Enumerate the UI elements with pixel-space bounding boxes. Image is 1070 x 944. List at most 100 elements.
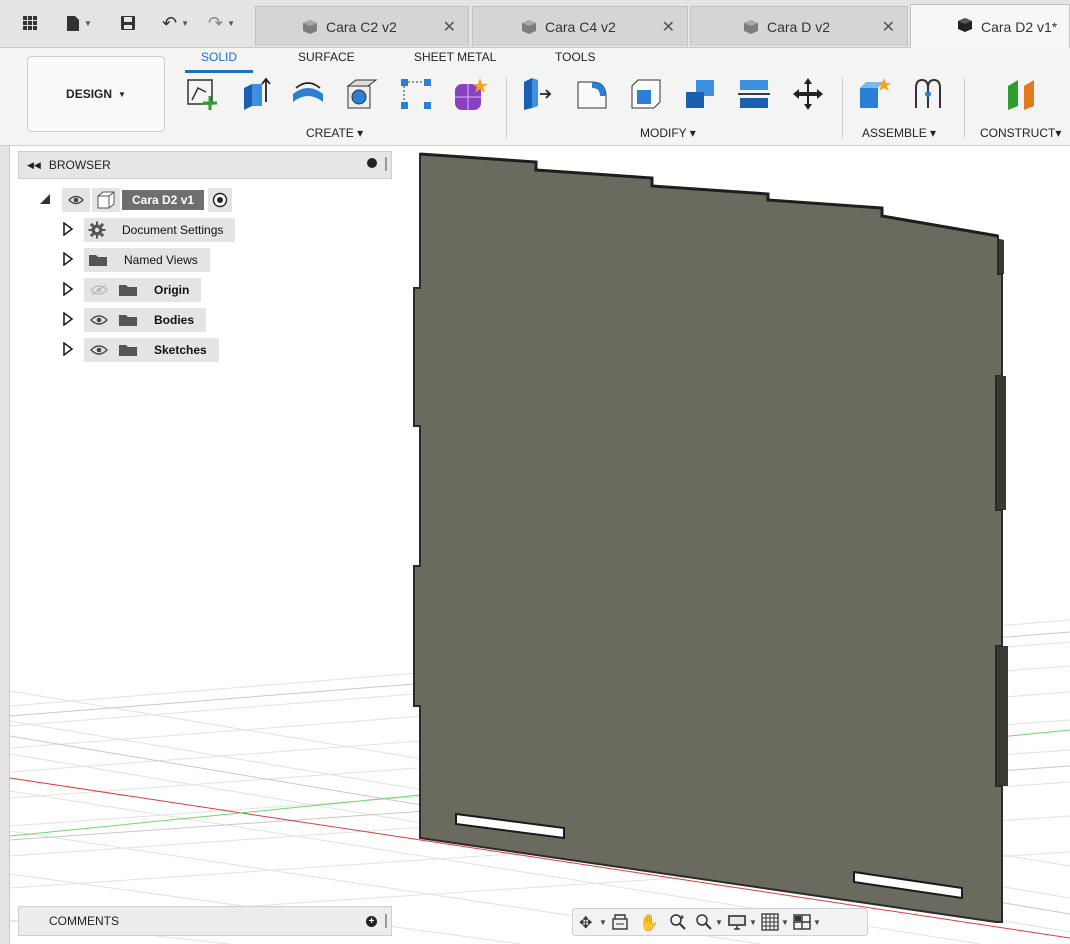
navigation-toolbar: ✥ ▼ ✋ ▼ ▼ ▼ ▼ (572, 908, 868, 936)
expand-triangle-icon[interactable] (62, 310, 74, 329)
file-menu-icon[interactable]: ▼ (66, 12, 92, 34)
look-at-icon[interactable] (611, 913, 629, 936)
browser-item-named-views[interactable]: Named Views (62, 247, 210, 273)
tree-item-label[interactable]: Document Settings (110, 218, 236, 242)
tree-item-label[interactable]: Sketches (142, 338, 219, 362)
tab-label: Cara D v2 (767, 18, 831, 35)
expand-triangle-icon[interactable] (62, 280, 74, 299)
chevron-down-icon[interactable]: ▼ (715, 918, 723, 927)
root-component-label[interactable]: Cara D2 v1 (122, 190, 205, 210)
pan-hand-icon[interactable]: ✋ (639, 913, 659, 933)
browser-item-bodies[interactable]: Bodies (62, 307, 207, 333)
undo-icon[interactable]: ↶ ▼ (162, 12, 189, 34)
joint-icon[interactable] (910, 76, 946, 112)
combine-icon[interactable] (682, 76, 718, 112)
browser-root-row[interactable]: Cara D2 v1 (38, 187, 233, 213)
tab-label: Cara C2 v2 (326, 18, 397, 35)
document-tab[interactable]: Cara C4 v2 ✕ (472, 6, 688, 46)
document-tab[interactable]: Cara C2 v2 ✕ (255, 6, 469, 46)
chevron-down-icon[interactable]: ▼ (599, 918, 607, 927)
chevron-down-icon[interactable]: ▼ (813, 918, 821, 927)
title-bar: ▼ ↶ ▼ ↷ ▼ Cara C2 v2 ✕ Cara C4 v2 ✕ Cara D… (0, 0, 1070, 48)
panel-resize-handle[interactable] (385, 157, 387, 171)
tree-item-label[interactable]: Origin (142, 278, 202, 302)
orbit-icon[interactable]: ✥ (579, 913, 592, 933)
tab-sheet-metal[interactable]: SHEET METAL (414, 50, 496, 64)
folder-icon (114, 308, 142, 332)
shell-icon[interactable] (628, 76, 664, 112)
browser-item-sketches[interactable]: Sketches (62, 337, 219, 363)
eye-hidden-icon[interactable] (84, 278, 114, 302)
move-icon[interactable] (790, 76, 826, 112)
collapse-panel-icon[interactable]: ◀◀ (27, 160, 41, 171)
new-component-icon[interactable] (856, 76, 892, 112)
tree-item-label[interactable]: Bodies (142, 308, 207, 332)
expand-triangle-icon[interactable] (38, 192, 52, 209)
eye-icon[interactable] (84, 338, 114, 362)
viewports-icon[interactable] (793, 913, 811, 936)
cube-icon (958, 18, 972, 32)
workspace-label: DESIGN (66, 87, 113, 101)
expand-triangle-icon[interactable] (62, 220, 74, 239)
create-group-label[interactable]: CREATE ▾ (306, 126, 363, 140)
extrude-icon[interactable] (238, 76, 274, 112)
add-comment-icon[interactable]: + (366, 916, 377, 927)
cube-icon (522, 20, 536, 34)
browser-title: BROWSER (48, 158, 111, 172)
modify-group-label[interactable]: MODIFY ▾ (640, 126, 696, 140)
cube-icon (303, 20, 317, 34)
split-body-icon[interactable] (736, 76, 772, 112)
document-tab[interactable]: Cara D v2 ✕ (690, 6, 908, 46)
panel-resize-handle[interactable] (385, 914, 387, 928)
browser-item-document-settings[interactable]: Document Settings (62, 217, 236, 243)
create-sketch-icon[interactable] (184, 76, 220, 112)
component-icon (92, 188, 120, 212)
revolve-icon[interactable] (290, 76, 326, 112)
fillet-icon[interactable] (574, 76, 610, 112)
active-tab-indicator (185, 70, 253, 73)
document-tab-active[interactable]: Cara D2 v1* (910, 4, 1070, 48)
tab-label: Cara D2 v1* (981, 18, 1058, 35)
tab-surface[interactable]: SURFACE (298, 50, 355, 64)
browser-item-origin[interactable]: Origin (62, 277, 202, 303)
folder-icon (114, 278, 142, 302)
create-form-icon[interactable] (452, 76, 488, 112)
window-left-edge (0, 146, 10, 944)
toolbar-ribbon: DESIGN ▼ SOLID SURFACE SHEET METAL TOOLS… (0, 48, 1070, 146)
minimize-panel-icon[interactable] (367, 158, 377, 168)
expand-triangle-icon[interactable] (62, 340, 74, 359)
zoom-icon[interactable] (669, 913, 687, 936)
construct-group-label[interactable]: CONSTRUCT▾ (980, 126, 1061, 140)
activate-radio-icon[interactable] (208, 188, 233, 212)
assemble-group-label[interactable]: ASSEMBLE ▾ (862, 126, 936, 140)
hole-icon[interactable] (344, 76, 380, 112)
expand-triangle-icon[interactable] (62, 250, 74, 269)
tab-solid[interactable]: SOLID (201, 50, 237, 64)
tab-tools[interactable]: TOOLS (555, 50, 595, 64)
comments-title: COMMENTS (49, 914, 119, 928)
press-pull-icon[interactable] (520, 76, 556, 112)
offset-plane-icon[interactable] (1004, 76, 1040, 112)
grid-settings-icon[interactable] (761, 913, 779, 936)
browser-panel-header[interactable]: ◀◀ BROWSER (18, 151, 392, 179)
workspace-switcher-button[interactable]: DESIGN ▼ (27, 56, 165, 132)
comments-panel-header[interactable]: COMMENTS + (18, 906, 392, 936)
ribbon-separator (506, 78, 507, 138)
close-icon[interactable]: ✕ (443, 17, 456, 37)
pattern-icon[interactable] (398, 76, 434, 112)
chevron-down-icon[interactable]: ▼ (781, 918, 789, 927)
eye-icon[interactable] (84, 308, 114, 332)
eye-icon[interactable] (62, 188, 90, 212)
redo-icon[interactable]: ↷ ▼ (208, 12, 235, 34)
folder-icon (84, 248, 112, 272)
app-grid-icon[interactable] (22, 12, 38, 34)
close-icon[interactable]: ✕ (882, 17, 895, 37)
save-icon[interactable] (120, 12, 136, 34)
gear-icon (84, 218, 110, 242)
tree-item-label[interactable]: Named Views (112, 248, 210, 272)
model-front-face[interactable] (413, 152, 1003, 923)
display-settings-icon[interactable] (727, 913, 747, 936)
close-icon[interactable]: ✕ (662, 17, 675, 37)
chevron-down-icon[interactable]: ▼ (749, 918, 757, 927)
fit-zoom-icon[interactable] (695, 913, 713, 936)
